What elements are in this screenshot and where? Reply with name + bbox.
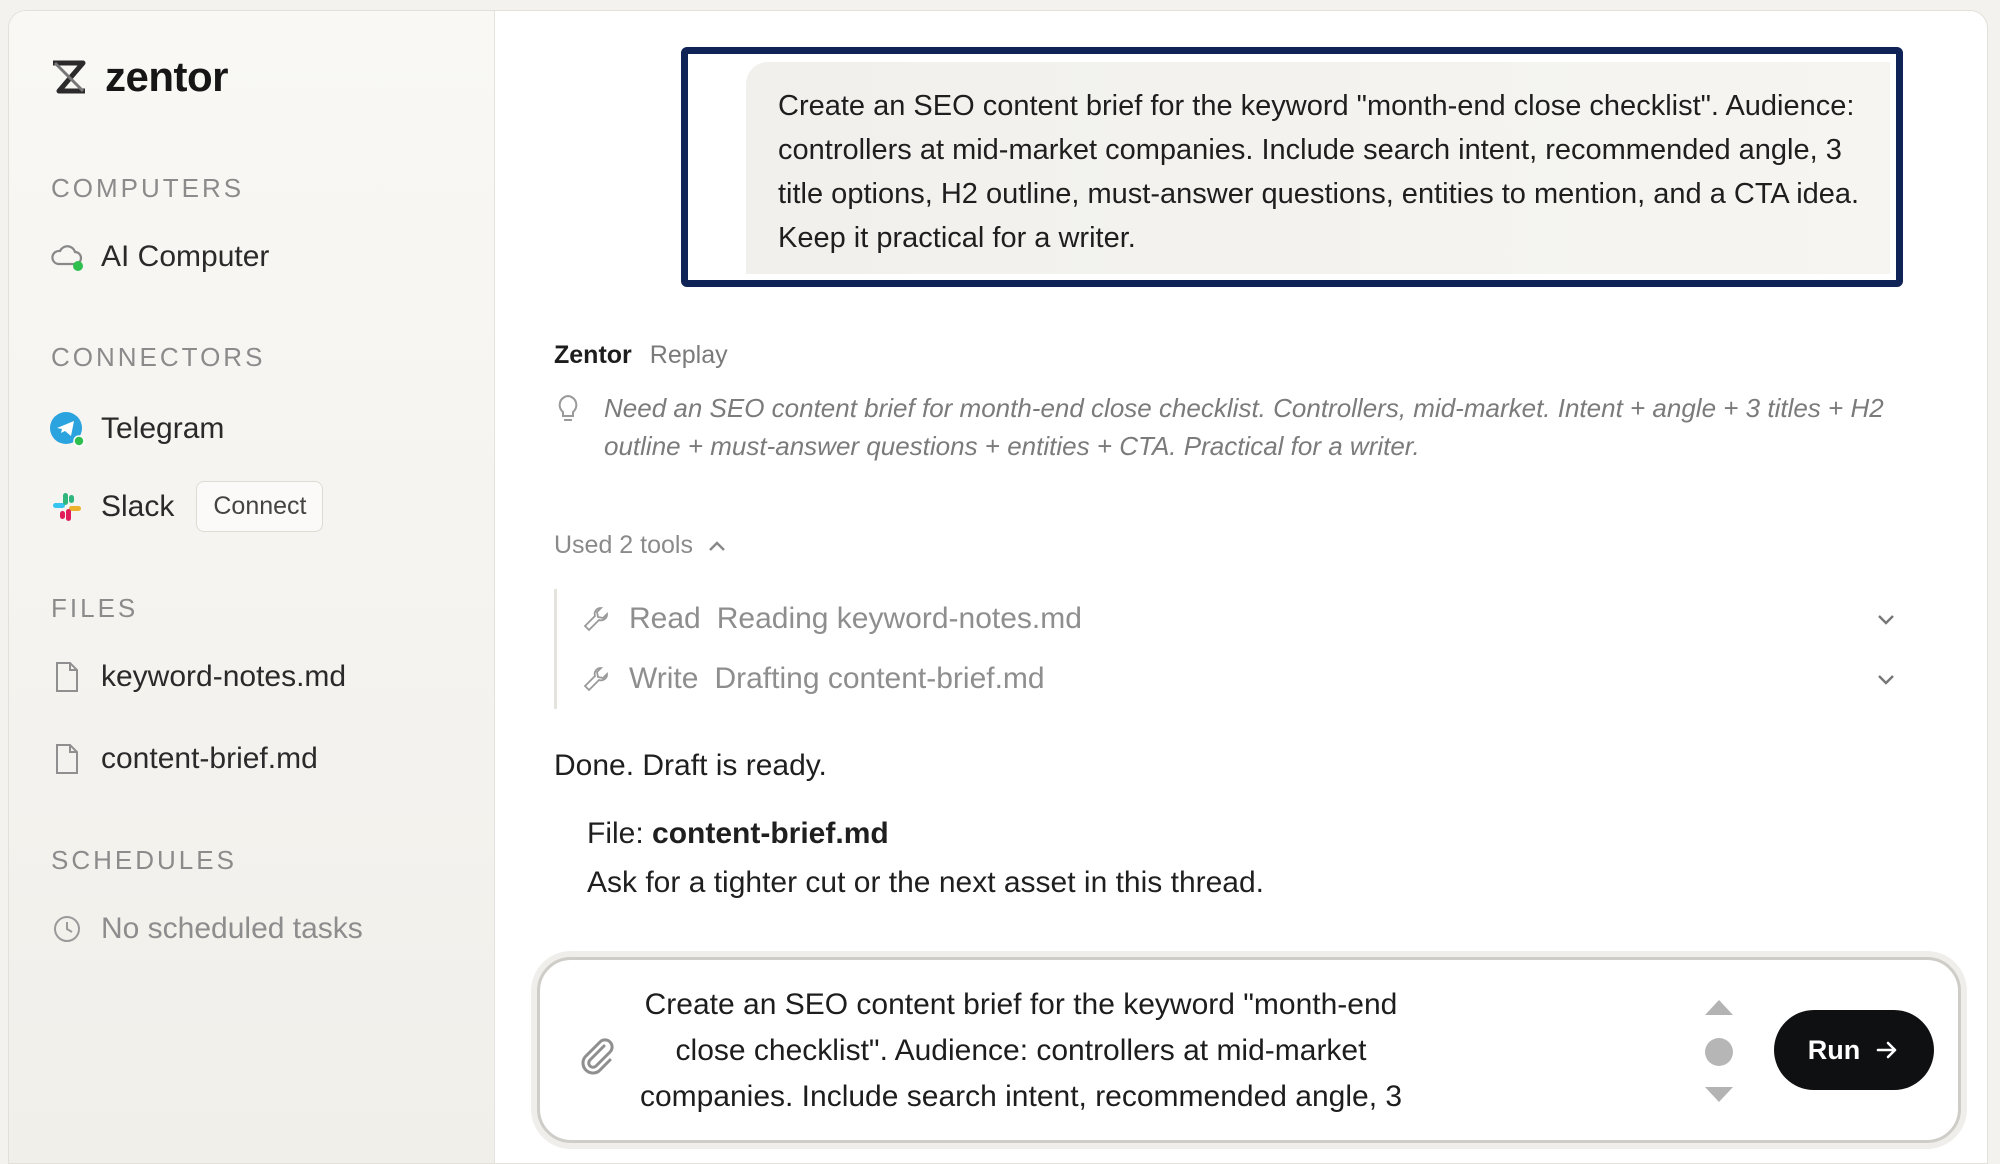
wrench-icon — [583, 667, 608, 692]
file-icon — [49, 659, 85, 695]
schedules-section-title: SCHEDULES — [51, 845, 237, 875]
tool-detail: Reading keyword-notes.md — [716, 602, 1082, 635]
arrow-right-icon — [1876, 1041, 1897, 1059]
agent-replay-label[interactable]: Replay — [650, 341, 728, 370]
tool-row-write[interactable]: Write Drafting content-brief.md — [557, 649, 1914, 709]
run-button-label: Run — [1807, 1034, 1861, 1065]
app-window: zentor COMPUTERS AI Computer CONNECTORS — [8, 10, 1988, 1164]
cloud-status-icon — [49, 239, 85, 275]
composer: Create an SEO content brief for the keyw… — [537, 957, 1961, 1143]
agent-file-line: File: content-brief.md — [587, 817, 889, 851]
tool-verb: Read — [629, 602, 701, 635]
file-link[interactable]: content-brief.md — [652, 817, 889, 850]
tool-detail: Drafting content-brief.md — [714, 662, 1045, 695]
sidebar-item-label: Slack — [101, 489, 175, 523]
chat-area: Create an SEO content brief for the keyw… — [495, 11, 1987, 1163]
chevron-down-icon[interactable] — [1874, 607, 1898, 631]
chevron-up-icon — [709, 540, 725, 551]
brand: zentor — [49, 49, 494, 105]
composer-scrollbar-thumb[interactable] — [1705, 1038, 1733, 1066]
schedules-empty-label: No scheduled tasks — [101, 912, 363, 945]
slack-connect-button[interactable]: Connect — [196, 481, 324, 532]
sidebar-file-content-brief[interactable]: content-brief.md — [49, 741, 318, 777]
sidebar: zentor COMPUTERS AI Computer CONNECTORS — [9, 11, 495, 1163]
composer-input[interactable]: Create an SEO content brief for the keyw… — [636, 982, 1406, 1122]
schedules-empty: No scheduled tasks — [49, 911, 363, 947]
tool-row-read[interactable]: Read Reading keyword-notes.md — [557, 589, 1914, 649]
file-icon — [49, 741, 85, 777]
file-label: content-brief.md — [101, 742, 318, 775]
sidebar-item-slack[interactable]: Slack Connect — [49, 481, 324, 532]
sidebar-item-label: Telegram — [101, 412, 225, 445]
agent-header: Zentor Replay — [554, 341, 728, 370]
tools-list: Read Reading keyword-notes.md Write Draf… — [554, 589, 1914, 709]
sidebar-item-label: AI Computer — [101, 240, 270, 273]
wrench-icon — [583, 607, 608, 632]
brand-name: zentor — [105, 53, 229, 100]
agent-done-text: Done. Draft is ready. — [554, 749, 827, 782]
lightbulb-icon — [558, 394, 578, 421]
user-message: Create an SEO content brief for the keyw… — [746, 62, 1890, 274]
computers-section-title: COMPUTERS — [51, 173, 245, 203]
tools-toggle[interactable]: Used 2 tools — [554, 531, 727, 560]
thought-text: Need an SEO content brief for month-end … — [604, 393, 1884, 461]
sidebar-item-ai-computer[interactable]: AI Computer — [49, 239, 269, 275]
sidebar-item-telegram[interactable]: Telegram — [49, 411, 224, 447]
tool-verb: Write — [629, 662, 699, 695]
sidebar-file-keyword-notes[interactable]: keyword-notes.md — [49, 659, 346, 695]
scroll-up-arrow-icon[interactable] — [1702, 996, 1736, 1018]
tools-toggle-label: Used 2 tools — [554, 531, 693, 559]
scroll-down-arrow-icon[interactable] — [1702, 1084, 1736, 1106]
paperclip-icon[interactable] — [574, 1032, 618, 1076]
chevron-down-icon[interactable] — [1874, 667, 1898, 691]
agent-thought: Need an SEO content brief for month-end … — [554, 389, 1894, 465]
files-section-title: FILES — [51, 593, 139, 623]
connectors-section-title: CONNECTORS — [51, 342, 266, 372]
clock-icon — [49, 911, 85, 947]
zentor-logo-icon — [53, 60, 86, 94]
user-message-highlight: Create an SEO content brief for the keyw… — [681, 47, 1903, 287]
agent-followup-text: Ask for a tighter cut or the next asset … — [587, 866, 1265, 899]
file-label: keyword-notes.md — [101, 660, 347, 693]
slack-icon — [49, 489, 85, 525]
file-line-label: File: — [587, 817, 644, 850]
telegram-icon — [49, 411, 85, 447]
agent-name: Zentor — [554, 341, 632, 369]
run-button[interactable]: Run — [1774, 1010, 1934, 1090]
